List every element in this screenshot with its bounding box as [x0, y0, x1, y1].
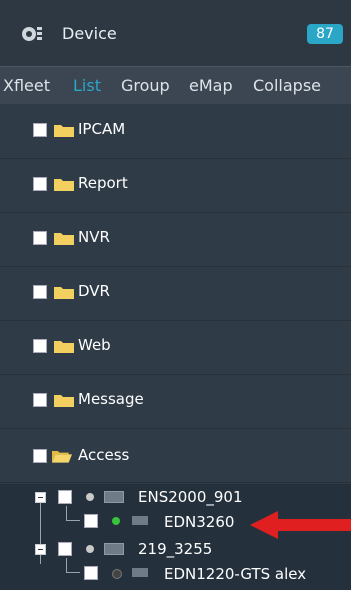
- tab-collapse[interactable]: Collapse: [253, 76, 321, 95]
- node-label: EDN3260: [164, 513, 235, 531]
- folder-list: IPCAM Report NVR DVR Web Message Access: [0, 104, 351, 484]
- folder-row-dvr[interactable]: DVR: [0, 266, 351, 321]
- status-dot: [112, 517, 120, 525]
- folder-label: IPCAM: [78, 120, 126, 138]
- tree-connector: [66, 572, 80, 573]
- folder-label: DVR: [78, 282, 110, 300]
- collapse-toggle[interactable]: [35, 544, 46, 555]
- folder-icon: [54, 395, 74, 407]
- folder-row-web[interactable]: Web: [0, 320, 351, 375]
- panel-title: Device: [62, 24, 117, 43]
- folder-row-access[interactable]: Access: [0, 428, 351, 483]
- camera-icon: [132, 516, 148, 525]
- folder-label: Access: [78, 446, 130, 464]
- status-dot: [86, 493, 94, 501]
- folder-open-icon: [52, 451, 72, 463]
- folder-icon: [54, 341, 74, 353]
- folder-label: Web: [78, 336, 111, 354]
- folder-checkbox[interactable]: [33, 231, 47, 245]
- device-icon: [104, 543, 124, 555]
- device-icon: [104, 491, 124, 503]
- red-arrow-icon: [250, 511, 351, 539]
- device-panel-header: Device 87: [0, 0, 351, 66]
- node-checkbox[interactable]: [84, 514, 98, 528]
- node-checkbox[interactable]: [84, 566, 98, 580]
- folder-label: Message: [78, 390, 144, 408]
- folder-row-report[interactable]: Report: [0, 158, 351, 213]
- view-tabs: Xfleet List Group eMap Collapse: [0, 66, 351, 104]
- node-label: ENS2000_901: [138, 488, 243, 506]
- status-dot: [112, 569, 122, 579]
- collapse-toggle[interactable]: [35, 492, 46, 503]
- camera-icon: [132, 568, 148, 577]
- folder-checkbox[interactable]: [33, 177, 47, 191]
- device-count-badge: 87: [307, 24, 343, 44]
- tree-connector: [66, 506, 67, 520]
- tab-emap[interactable]: eMap: [189, 76, 233, 95]
- folder-icon: [54, 233, 74, 245]
- node-label: 219_3255: [138, 540, 213, 558]
- node-checkbox[interactable]: [58, 542, 72, 556]
- folder-label: Report: [78, 174, 128, 192]
- folder-checkbox[interactable]: [33, 339, 47, 353]
- folder-checkbox[interactable]: [33, 393, 47, 407]
- tree-connector: [66, 520, 80, 521]
- folder-icon: [54, 125, 74, 137]
- tree-connector: [66, 558, 67, 572]
- node-label: EDN1220-GTS alex: [164, 565, 307, 583]
- tab-xfleet[interactable]: Xfleet: [3, 76, 50, 95]
- folder-checkbox[interactable]: [33, 285, 47, 299]
- status-dot: [86, 545, 94, 553]
- tab-list[interactable]: List: [73, 76, 101, 95]
- device-icon: [22, 27, 42, 41]
- folder-checkbox[interactable]: [33, 123, 47, 137]
- tab-group[interactable]: Group: [121, 76, 170, 95]
- folder-label: NVR: [78, 228, 110, 246]
- folder-row-message[interactable]: Message: [0, 374, 351, 429]
- folder-row-nvr[interactable]: NVR: [0, 212, 351, 267]
- node-checkbox[interactable]: [58, 490, 72, 504]
- folder-icon: [54, 179, 74, 191]
- folder-row-ipcam[interactable]: IPCAM: [0, 104, 351, 159]
- folder-icon: [54, 287, 74, 299]
- folder-checkbox[interactable]: [33, 449, 47, 463]
